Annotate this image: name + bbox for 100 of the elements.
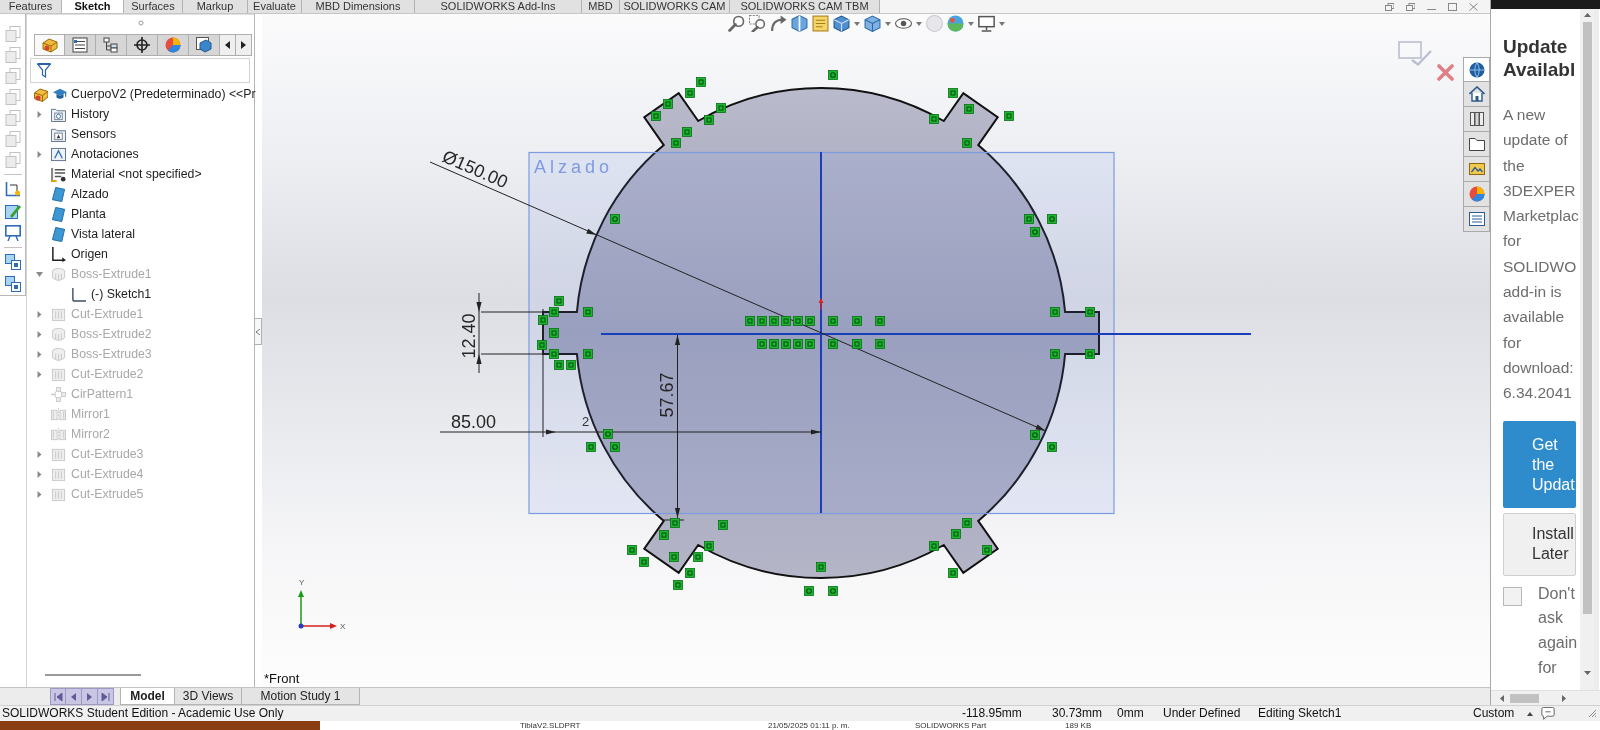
relation-icon[interactable]: [982, 545, 992, 555]
collapse-handle[interactable]: [255, 318, 262, 345]
task-pane-tab[interactable]: [1463, 132, 1490, 157]
caret-icon[interactable]: [885, 21, 891, 26]
feature-tree-root[interactable]: CuerpoV2 (Predeterminado) <<Pr: [71, 86, 256, 102]
scrollbar-thumb[interactable]: [1582, 22, 1592, 614]
relation-icon[interactable]: [828, 70, 838, 80]
scroll-button[interactable]: [66, 688, 82, 705]
relation-icon[interactable]: [929, 541, 939, 551]
bottom-tab[interactable]: Model: [120, 688, 175, 705]
relation-icon[interactable]: [757, 316, 767, 326]
relation-icon[interactable]: [828, 316, 838, 326]
get-update-button[interactable]: Get the Updat: [1503, 420, 1576, 508]
relation-icon[interactable]: [693, 552, 703, 562]
relation-icon[interactable]: [538, 315, 548, 325]
relation-icon[interactable]: [1050, 307, 1060, 317]
frame-icon[interactable]: [4, 181, 21, 197]
relation-icon[interactable]: [669, 552, 679, 562]
panel-tab[interactable]: [96, 34, 127, 56]
cube-icon[interactable]: [833, 15, 850, 32]
feature-tree-item[interactable]: Origen: [71, 246, 108, 262]
feature-tree-item[interactable]: Sensors: [71, 126, 117, 142]
relation-icon[interactable]: [929, 114, 939, 124]
relation-icon[interactable]: [1030, 227, 1040, 237]
relation-icon[interactable]: [671, 138, 681, 148]
feature-tree-item[interactable]: Anotaciones: [71, 146, 139, 162]
relation-icon[interactable]: [549, 307, 559, 317]
feature-tree-item[interactable]: History: [71, 106, 110, 122]
scroll-button[interactable]: [50, 688, 66, 705]
relation-icon[interactable]: [1050, 349, 1060, 359]
scrollbar-thumb[interactable]: [1510, 693, 1539, 703]
relation-icon[interactable]: [1047, 442, 1057, 452]
panel-tab[interactable]: [189, 34, 220, 56]
feature-tree-item[interactable]: Alzado: [71, 186, 109, 202]
sketch-exit-icon[interactable]: [1398, 41, 1432, 66]
ribbon-tab[interactable]: Surfaces: [124, 0, 183, 13]
caret-down-icon[interactable]: [1583, 671, 1591, 675]
relation-icon[interactable]: [805, 316, 815, 326]
task-pane-tab[interactable]: [1463, 107, 1490, 132]
relation-icon[interactable]: [537, 340, 547, 350]
horizontal-scrollbar[interactable]: [1491, 690, 1600, 705]
relation-icon[interactable]: [769, 316, 779, 326]
panel-tab[interactable]: [65, 34, 96, 56]
caret-icon[interactable]: [999, 21, 1005, 26]
panel-tab[interactable]: [127, 34, 158, 56]
relation-icon[interactable]: [948, 88, 958, 98]
task-pane-tab[interactable]: [1463, 207, 1490, 232]
install-later-button[interactable]: Install Later: [1503, 512, 1576, 576]
units-selector[interactable]: Custom: [1473, 706, 1515, 721]
relation-icon[interactable]: [951, 529, 961, 539]
speech-bubble-icon[interactable]: [1540, 706, 1556, 721]
feature-tree-item[interactable]: Planta: [71, 206, 106, 222]
relation-icon[interactable]: [685, 568, 695, 578]
feature-tree-item[interactable]: Vista lateral: [71, 226, 136, 242]
caret-icon[interactable]: [854, 21, 860, 26]
screen-icon[interactable]: [4, 225, 21, 241]
relation-icon[interactable]: [583, 307, 593, 317]
close-icon[interactable]: [1469, 2, 1478, 11]
dimension-line[interactable]: [674, 334, 681, 519]
dimension-value[interactable]: 57.67: [657, 372, 677, 418]
caret-up-icon[interactable]: [1583, 13, 1591, 17]
magnifier-icon[interactable]: [728, 15, 745, 32]
task-pane-tab[interactable]: [1463, 57, 1490, 82]
relation-icon[interactable]: [603, 429, 613, 439]
relation-icon[interactable]: [852, 316, 862, 326]
caret-right-icon[interactable]: [1562, 694, 1566, 702]
feature-tree-item[interactable]: Material <not specified>: [71, 166, 202, 182]
relation-icon[interactable]: [745, 316, 755, 326]
cube-icon[interactable]: [864, 15, 881, 32]
checkbox[interactable]: [1503, 586, 1522, 606]
relation-icon[interactable]: [682, 127, 692, 137]
relation-icon[interactable]: [1085, 307, 1095, 317]
ribbon-tab[interactable]: Markup: [183, 0, 248, 13]
split-cube-icon[interactable]: [791, 15, 808, 32]
relation-icon[interactable]: [549, 328, 559, 338]
sphere-icon[interactable]: [947, 15, 964, 32]
restore-icon[interactable]: [1406, 2, 1415, 11]
relation-icon[interactable]: [554, 360, 564, 370]
caret-left-icon[interactable]: [1500, 694, 1504, 702]
relation-icon[interactable]: [651, 111, 661, 121]
scroll-right-button[interactable]: [236, 34, 252, 56]
relation-icon[interactable]: [716, 103, 726, 113]
relation-icon[interactable]: [804, 586, 814, 596]
relation-icon[interactable]: [828, 586, 838, 596]
relation-icon[interactable]: [610, 214, 620, 224]
layers-icon[interactable]: [4, 254, 21, 270]
relation-icon[interactable]: [566, 360, 576, 370]
relation-icon[interactable]: [704, 541, 714, 551]
dimension-value[interactable]: 85.00: [451, 412, 497, 432]
ribbon-tab[interactable]: MBD Dimensions: [302, 0, 415, 13]
caret-icon[interactable]: [35, 150, 43, 158]
relation-icon[interactable]: [685, 88, 695, 98]
maximize-icon[interactable]: [1448, 2, 1457, 11]
relation-icon[interactable]: [781, 316, 791, 326]
relation-icon[interactable]: [1085, 349, 1095, 359]
relation-icon[interactable]: [781, 339, 791, 349]
relation-icon[interactable]: [793, 339, 803, 349]
magnifier-box-icon[interactable]: [749, 15, 766, 32]
grip-icon[interactable]: [137, 20, 144, 26]
scroll-button[interactable]: [82, 688, 98, 705]
